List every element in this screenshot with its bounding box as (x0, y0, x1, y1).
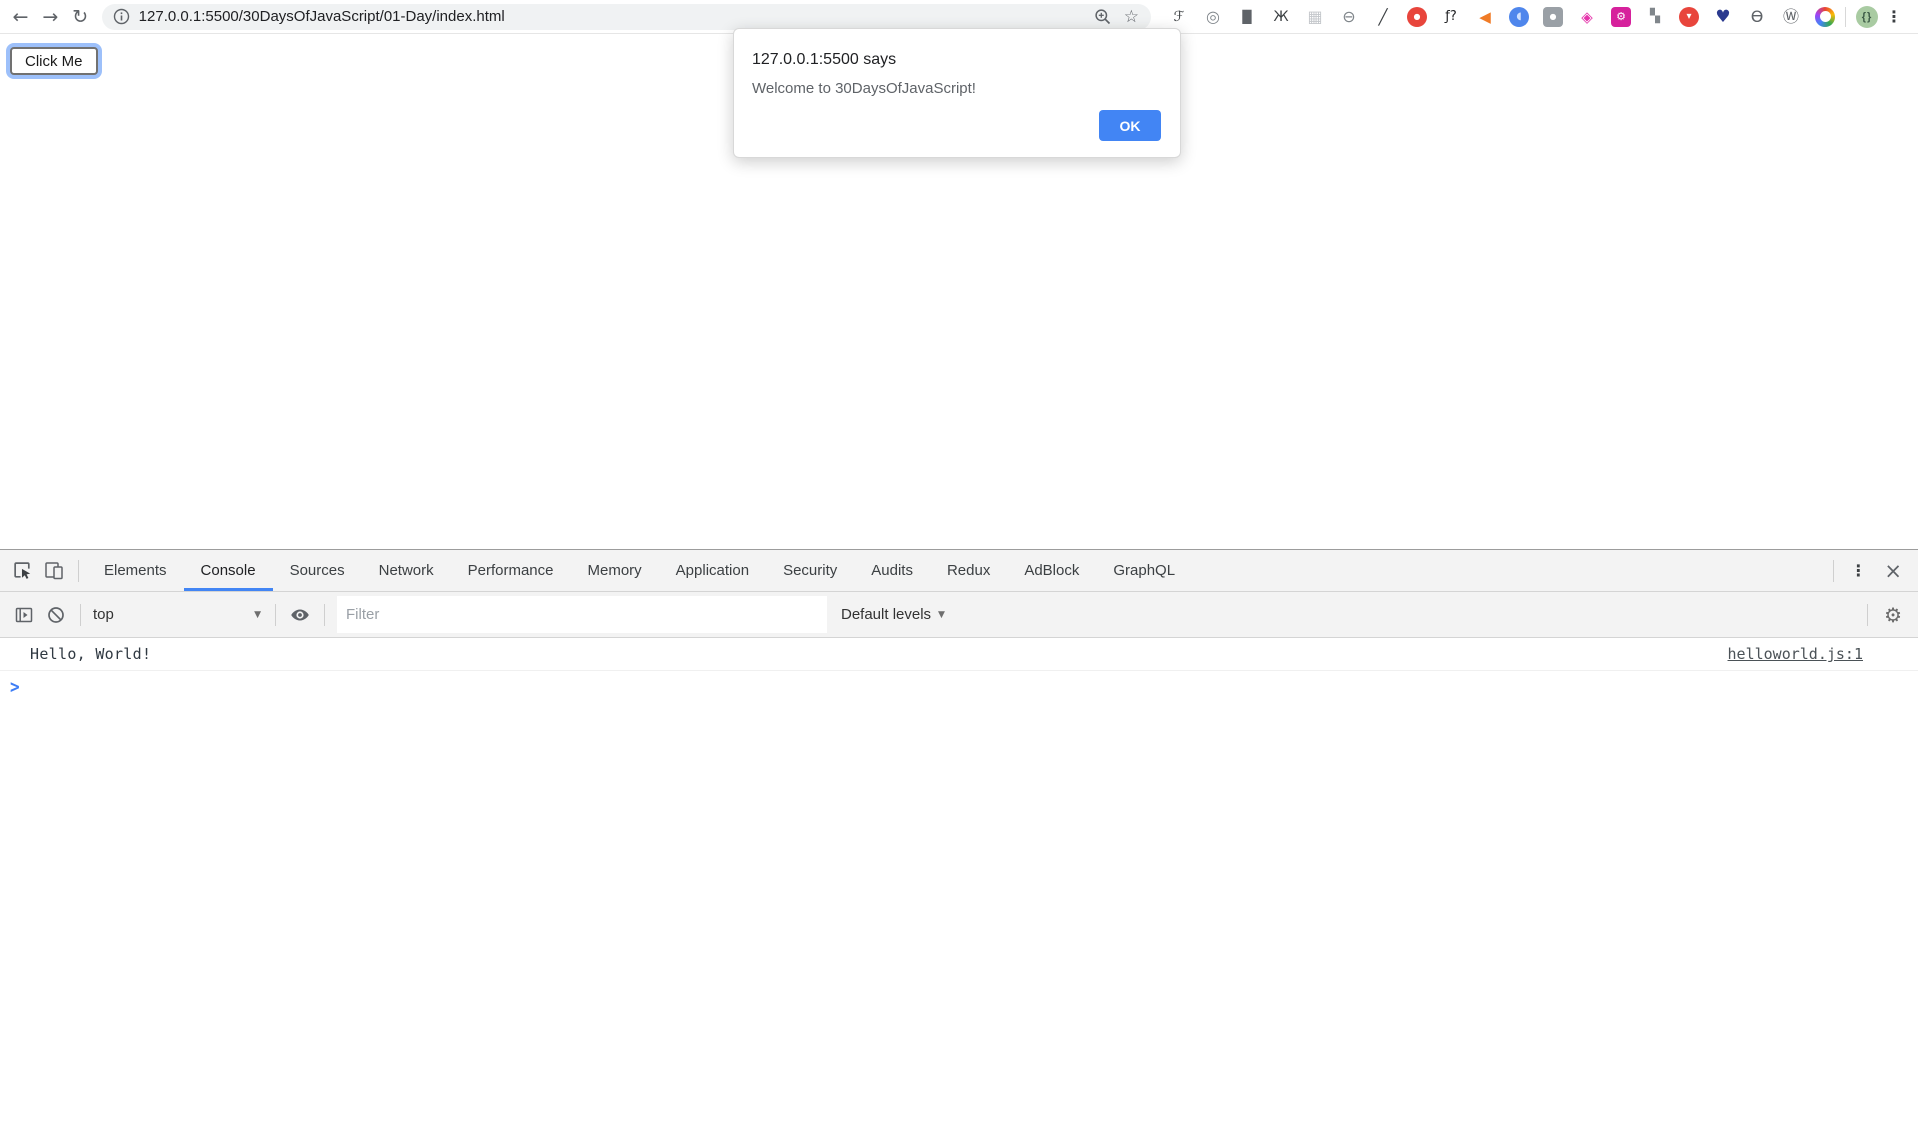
console-messages: Hello, World! helloworld.js:1 (0, 638, 1918, 671)
json-viewer-extension-icon[interactable]: {} (1856, 6, 1878, 28)
console-toolbar-separator (80, 604, 81, 626)
font-finder-extension-icon[interactable]: ƒ? (1441, 7, 1461, 27)
tabbar-right-separator (1833, 560, 1834, 582)
bug-extension-icon[interactable]: Ж (1271, 7, 1291, 27)
chevron-down-icon: ▼ (254, 610, 261, 620)
rainbow-circle-extension-icon[interactable] (1815, 7, 1835, 27)
eye-separator (324, 604, 325, 626)
tab-sources[interactable]: Sources (273, 550, 362, 591)
device-toolbar-icon[interactable] (38, 550, 70, 591)
panels-extension-icon[interactable]: ▐▌ (1237, 7, 1257, 27)
prompt-chevron-icon: > (10, 675, 20, 697)
context-separator (275, 604, 276, 626)
url-text: 127.0.0.1:5500/30DaysOfJavaScript/01-Day… (139, 8, 505, 25)
console-message-text: Hello, World! (30, 645, 151, 663)
blocks-extension-icon[interactable]: ▚ (1645, 7, 1665, 27)
context-label: top (93, 606, 114, 623)
tab-security[interactable]: Security (766, 550, 854, 591)
camera-extension-icon[interactable]: ● (1543, 7, 1563, 27)
fonts-extension-icon[interactable]: ℱ (1169, 7, 1189, 27)
tab-elements[interactable]: Elements (87, 550, 184, 591)
toolbar-right: {} ⋮ (1835, 6, 1910, 28)
console-toolbar: top ▼ Default levels ▼ ⚙ (0, 592, 1918, 638)
back-icon[interactable]: ← (8, 4, 33, 30)
megaphone-extension-icon[interactable]: ◀ (1475, 7, 1495, 27)
alert-title: 127.0.0.1:5500 says (752, 51, 1162, 69)
devtools-close-icon[interactable]: × (1874, 559, 1918, 583)
disabled-extension-icon[interactable]: ▦ (1305, 7, 1325, 27)
devtools-tabs: ElementsConsoleSourcesNetworkPerformance… (87, 550, 1192, 591)
context-selector[interactable]: top ▼ (89, 606, 267, 623)
chevron-down-icon: ▼ (938, 610, 945, 620)
tab-adblock[interactable]: AdBlock (1007, 550, 1096, 591)
source-link[interactable]: helloworld.js:1 (1728, 645, 1863, 663)
wave-circle-extension-icon[interactable]: Ⓦ (1781, 7, 1801, 27)
target-extension-icon[interactable]: ◎ (1203, 7, 1223, 27)
circle-dash-extension-icon[interactable]: ⊖ (1339, 7, 1359, 27)
alert-dialog: 127.0.0.1:5500 says Welcome to 30DaysOfJ… (733, 28, 1181, 158)
reload-icon[interactable]: ↻ (68, 4, 93, 30)
tab-audits[interactable]: Audits (854, 550, 930, 591)
eyedropper-extension-icon[interactable]: ╱ (1373, 7, 1393, 27)
toolbar-separator (1845, 7, 1846, 27)
tab-network[interactable]: Network (362, 550, 451, 591)
search-heart-extension-icon[interactable]: ♥ (1713, 7, 1733, 27)
console-sidebar-icon[interactable] (8, 592, 40, 637)
devtools-tabbar: ElementsConsoleSourcesNetworkPerformance… (0, 549, 1918, 592)
tabbar-separator (78, 560, 79, 582)
alert-ok-button[interactable]: OK (1099, 110, 1161, 141)
graphql-extension-icon[interactable]: ◈ (1577, 7, 1597, 27)
log-levels-label: Default levels (841, 606, 931, 623)
alert-message: Welcome to 30DaysOfJavaScript! (752, 80, 1162, 97)
tab-graphql[interactable]: GraphQL (1096, 550, 1192, 591)
tab-console[interactable]: Console (184, 550, 273, 591)
settings-separator (1867, 604, 1868, 626)
click-me-button[interactable]: Click Me (10, 47, 98, 75)
tab-performance[interactable]: Performance (451, 550, 571, 591)
console-message-row: Hello, World! helloworld.js:1 (0, 638, 1918, 671)
console-filter-input[interactable] (337, 596, 827, 633)
browser-menu-icon[interactable]: ⋮ (1878, 7, 1910, 26)
forward-icon[interactable]: → (38, 4, 63, 30)
console-settings-gear-icon[interactable]: ⚙ (1876, 603, 1910, 627)
power-circle-extension-icon[interactable]: Ɵ (1747, 7, 1767, 27)
address-bar[interactable]: 127.0.0.1:5500/30DaysOfJavaScript/01-Day… (102, 4, 1151, 30)
zoom-page-icon[interactable] (1094, 8, 1112, 26)
tab-redux[interactable]: Redux (930, 550, 1007, 591)
blue-circle-extension-icon[interactable]: ◖ (1509, 7, 1529, 27)
extensions-bar: ℱ ◎ ▐▌ Ж ▦ ⊖ ╱ ● ƒ? ◀ ◖ ● ◈ ⚙ ▚ ▾ ♥ Ɵ Ⓦ (1169, 7, 1835, 27)
clear-console-icon[interactable] (40, 592, 72, 637)
devtools-panel: ElementsConsoleSourcesNetworkPerformance… (0, 549, 1918, 1146)
console-prompt[interactable]: > (0, 671, 1918, 701)
tab-memory[interactable]: Memory (571, 550, 659, 591)
adblock-hand-extension-icon[interactable]: ● (1407, 7, 1427, 27)
console-output: Hello, World! helloworld.js:1 > (0, 638, 1918, 701)
pink-gear-extension-icon[interactable]: ⚙ (1611, 7, 1631, 27)
site-info-icon[interactable] (113, 8, 130, 25)
log-levels-selector[interactable]: Default levels ▼ (841, 606, 951, 623)
devtools-menu-icon[interactable]: ⋮ (1842, 561, 1874, 580)
bookmark-star-icon[interactable]: ☆ (1124, 7, 1139, 27)
bookmark-extension-icon[interactable]: ▾ (1679, 7, 1699, 27)
tab-application[interactable]: Application (659, 550, 766, 591)
inspect-element-icon[interactable] (6, 550, 38, 591)
live-expression-eye-icon[interactable] (284, 592, 316, 637)
